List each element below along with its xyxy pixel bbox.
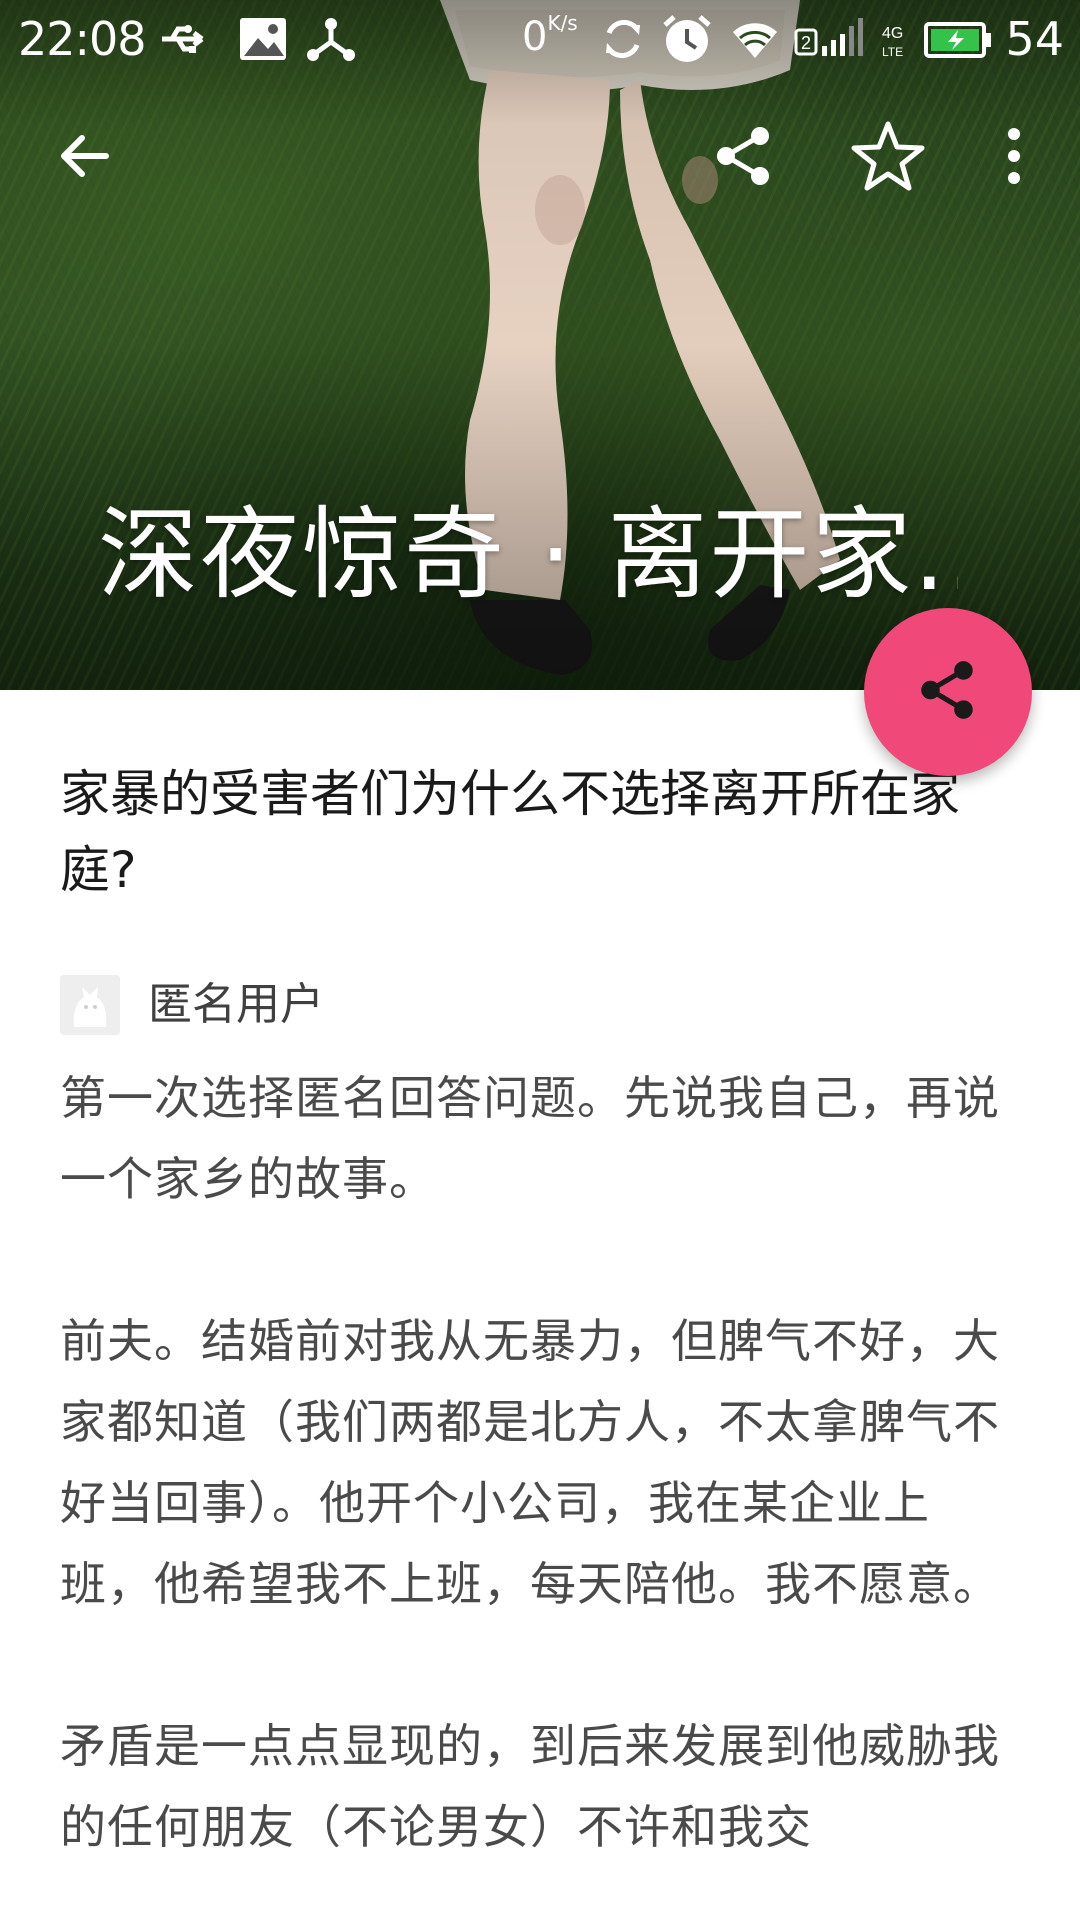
network-type-icon: 4G LTE [880, 12, 912, 66]
svg-text:LTE: LTE [882, 45, 903, 59]
question-title[interactable]: 家暴的受害者们为什么不选择离开所在家庭? [60, 756, 1000, 908]
battery-icon [924, 12, 992, 66]
status-bar: 22:08 0K/s 2 4G LTE 54 [0, 0, 1080, 78]
answer-paragraph: 前夫。结婚前对我从无暴力，但脾气不好，大家都知道（我们两都是北方人，不太拿脾气不… [60, 1314, 1000, 1611]
answer-paragraph: 矛盾是一点点显现的，到后来发展到他威胁我的任何朋友（不论男女）不许和我交 [60, 1719, 1000, 1854]
share-icon [712, 124, 776, 192]
arrow-left-icon [56, 128, 112, 188]
more-button[interactable] [974, 118, 1054, 198]
share-button[interactable] [704, 118, 784, 198]
battery-level: 54 [1005, 12, 1064, 66]
avatar [60, 975, 120, 1035]
article-screen: 22:08 0K/s 2 4G LTE 54 深夜惊奇 · 离开家.. 家暴的受… [0, 0, 1080, 1920]
sync-icon [596, 12, 650, 66]
svg-text:2: 2 [801, 33, 811, 53]
wifi-icon [728, 12, 782, 66]
share-icon [915, 657, 981, 727]
usb-icon [158, 12, 212, 66]
back-button[interactable] [44, 118, 124, 198]
status-time: 22:08 [18, 12, 147, 66]
net-speed: 0K/s [522, 11, 578, 60]
share-fab[interactable] [864, 608, 1032, 776]
star-outline-icon [850, 118, 926, 198]
author-row[interactable]: 匿名用户 [60, 974, 324, 1036]
favorite-button[interactable] [848, 118, 928, 198]
more-vertical-icon [1004, 126, 1024, 190]
svg-text:4G: 4G [882, 25, 903, 42]
header-title: 深夜惊奇 · 离开家.. [98, 496, 958, 613]
answer-body: 第一次选择匿名回答问题。先说我自己，再说一个家乡的故事。 前夫。结婚前对我从无暴… [60, 1058, 1020, 1920]
share-hub-icon [304, 12, 358, 66]
alarm-icon [660, 12, 714, 66]
author-name: 匿名用户 [148, 979, 324, 1030]
answer-paragraph: 第一次选择匿名回答问题。先说我自己，再说一个家乡的故事。 [60, 1071, 1000, 1206]
image-icon [236, 12, 290, 66]
signal-icon: 2 [794, 12, 878, 66]
